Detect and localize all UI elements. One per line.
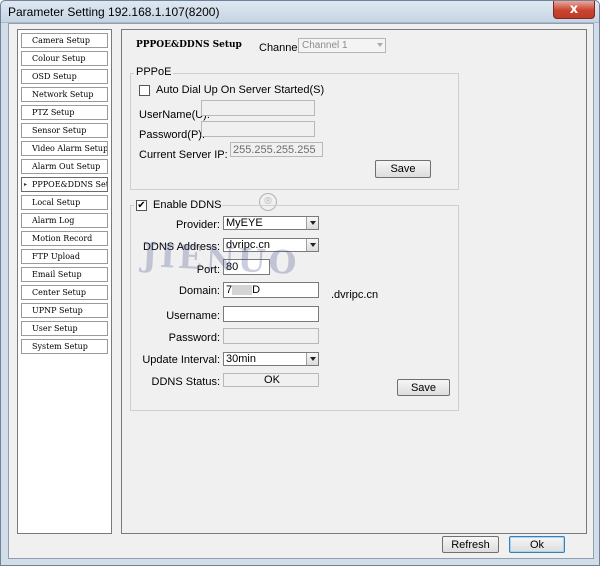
- sidebar-item-label: System Setup: [32, 342, 88, 351]
- pppoe-username-field[interactable]: [201, 100, 315, 116]
- chevron-down-icon: [306, 217, 318, 229]
- title-bar[interactable]: Parameter Setting 192.168.1.107(8200) x: [1, 1, 599, 23]
- ddns-address-value: dvripc.cn: [226, 239, 271, 251]
- sidebar-item-alarm-out-setup[interactable]: Alarm Out Setup: [21, 159, 108, 174]
- ddns-address-label: DDNS Address:: [142, 241, 220, 253]
- enable-ddns-checkbox[interactable]: ✔: [136, 200, 147, 211]
- update-interval-select[interactable]: 30min: [223, 352, 319, 366]
- sidebar-item-upnp-setup[interactable]: UPNP Setup: [21, 303, 108, 318]
- ddns-status-field: OK: [223, 373, 319, 387]
- redacted-block: [232, 285, 253, 296]
- provider-label: Provider:: [175, 219, 220, 231]
- sidebar-item-local-setup[interactable]: Local Setup: [21, 195, 108, 210]
- chevron-down-icon: [306, 239, 318, 251]
- sidebar-item-user-setup[interactable]: User Setup: [21, 321, 108, 336]
- port-field[interactable]: 80: [223, 259, 270, 275]
- pppoe-username-label: UserName(U):: [139, 109, 210, 121]
- provider-value: MyEYE: [226, 217, 263, 229]
- auto-dial-checkbox[interactable]: [139, 85, 150, 96]
- refresh-button[interactable]: Refresh: [442, 536, 499, 553]
- close-button[interactable]: x: [553, 1, 595, 19]
- ddns-password-field[interactable]: [223, 328, 319, 344]
- sidebar-item-ftp-upload[interactable]: FTP Upload: [21, 249, 108, 264]
- enable-ddns-title: ✔ Enable DDNS: [134, 198, 222, 212]
- sidebar-item-label: Alarm Log: [32, 216, 75, 225]
- channel-value: Channel 1: [302, 40, 348, 51]
- chevron-down-icon: [306, 353, 318, 365]
- ddns-status-label: DDNS Status:: [151, 376, 220, 388]
- ddns-username-field[interactable]: [223, 306, 319, 322]
- ok-button[interactable]: Ok: [509, 536, 565, 553]
- section-heading: PPPOE&DDNS Setup: [136, 40, 242, 50]
- sidebar-item-label: Video Alarm Setup: [32, 144, 108, 153]
- sidebar-item-label: User Setup: [32, 324, 78, 333]
- sidebar-item-label: PTZ Setup: [32, 108, 75, 117]
- sidebar-item-video-alarm-setup[interactable]: Video Alarm Setup: [21, 141, 108, 156]
- selected-arrow-icon: ▸: [24, 181, 28, 188]
- ddns-password-label: Password:: [168, 332, 220, 344]
- sidebar-item-label: Network Setup: [32, 90, 94, 99]
- server-ip-field: 255.255.255.255: [230, 142, 323, 157]
- sidebar-item-label: UPNP Setup: [32, 306, 83, 315]
- sidebar-item-label: Camera Setup: [32, 36, 91, 45]
- channel-select[interactable]: Channel 1: [298, 38, 386, 53]
- chevron-down-icon: [377, 43, 383, 47]
- pppoe-password-label: Password(P):: [139, 129, 206, 141]
- sidebar-item-label: Local Setup: [32, 198, 81, 207]
- sidebar-item-sensor-setup[interactable]: Sensor Setup: [21, 123, 108, 138]
- client-area: Camera Setup Colour Setup OSD Setup Netw…: [8, 23, 594, 559]
- sidebar-item-alarm-log[interactable]: Alarm Log: [21, 213, 108, 228]
- sidebar-item-label: FTP Upload: [32, 252, 80, 261]
- sidebar-item-center-setup[interactable]: Center Setup: [21, 285, 108, 300]
- sidebar-item-label: Sensor Setup: [32, 126, 87, 135]
- sidebar-item-label: Center Setup: [32, 288, 87, 297]
- sidebar-item-label: Colour Setup: [32, 54, 86, 63]
- domain-suffix: .dvripc.cn: [331, 289, 379, 301]
- domain-label: Domain:: [179, 285, 220, 297]
- update-interval-label: Update Interval:: [142, 354, 220, 366]
- sidebar-item-email-setup[interactable]: Email Setup: [21, 267, 108, 282]
- sidebar-item-label: OSD Setup: [32, 72, 77, 81]
- sidebar-item-system-setup[interactable]: System Setup: [21, 339, 108, 354]
- server-ip-label: Current Server IP:: [139, 149, 228, 161]
- sidebar-item-motion-record[interactable]: Motion Record: [21, 231, 108, 246]
- sidebar-item-colour-setup[interactable]: Colour Setup: [21, 51, 108, 66]
- settings-panel: PPPOE&DDNS Setup Channel: Channel 1 PPPo…: [121, 29, 587, 534]
- channel-label: Channel:: [259, 42, 304, 54]
- close-icon: x: [569, 2, 579, 17]
- pppoe-password-field[interactable]: [201, 121, 315, 137]
- settings-sidebar: Camera Setup Colour Setup OSD Setup Netw…: [17, 29, 112, 534]
- domain-field[interactable]: 7D: [223, 282, 319, 298]
- sidebar-item-network-setup[interactable]: Network Setup: [21, 87, 108, 102]
- auto-dial-label: Auto Dial Up On Server Started(S): [156, 84, 325, 96]
- ddns-username-label: Username:: [166, 310, 220, 322]
- parameter-setting-window: Parameter Setting 192.168.1.107(8200) x …: [0, 0, 600, 566]
- update-interval-value: 30min: [226, 353, 256, 365]
- sidebar-item-label: Email Setup: [32, 270, 82, 279]
- port-label: Port:: [196, 264, 220, 276]
- pppoe-save-button[interactable]: Save: [375, 160, 431, 178]
- sidebar-item-pppoe-ddns-setup[interactable]: ▸ PPPOE&DDNS Setup: [21, 177, 108, 192]
- domain-suffix-char: D: [252, 284, 261, 296]
- ddns-save-button[interactable]: Save: [397, 379, 450, 396]
- enable-ddns-label: Enable DDNS: [153, 199, 222, 211]
- sidebar-item-label: Motion Record: [32, 234, 93, 243]
- sidebar-item-ptz-setup[interactable]: PTZ Setup: [21, 105, 108, 120]
- check-icon: ✔: [137, 200, 146, 211]
- sidebar-item-camera-setup[interactable]: Camera Setup: [21, 33, 108, 48]
- sidebar-item-osd-setup[interactable]: OSD Setup: [21, 69, 108, 84]
- window-title: Parameter Setting 192.168.1.107(8200): [8, 5, 220, 19]
- sidebar-item-label: PPPOE&DDNS Setup: [32, 180, 107, 189]
- provider-select[interactable]: MyEYE: [223, 216, 319, 230]
- sidebar-item-label: Alarm Out Setup: [32, 162, 101, 171]
- pppoe-group-title: PPPoE: [134, 66, 174, 78]
- ddns-address-select[interactable]: dvripc.cn: [223, 238, 319, 252]
